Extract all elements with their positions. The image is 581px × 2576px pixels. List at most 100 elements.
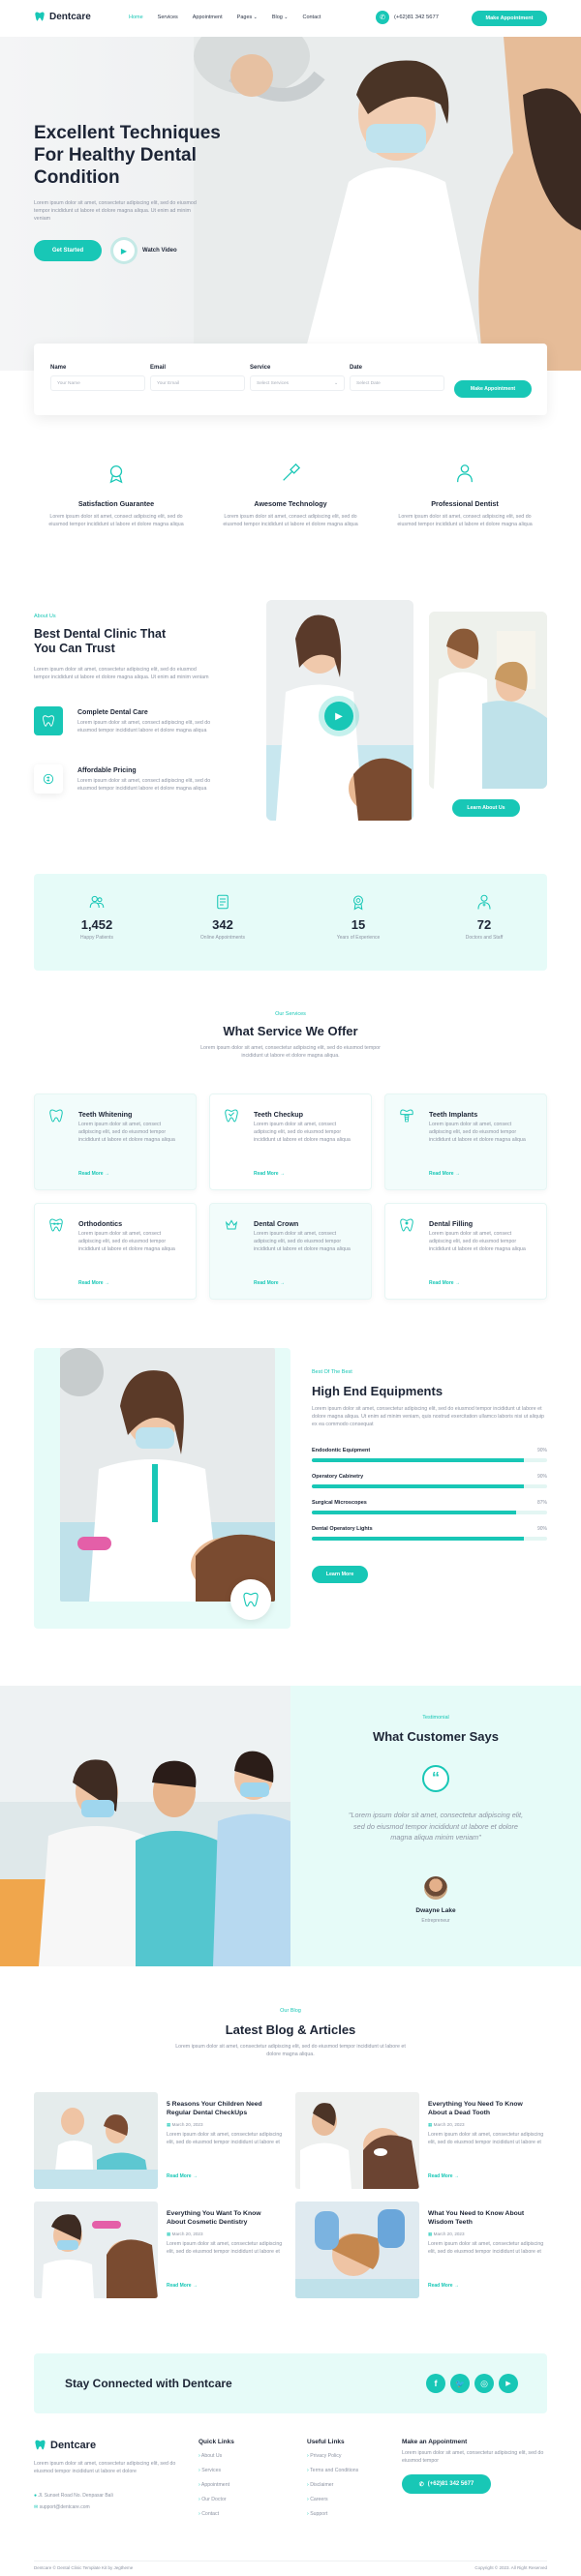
footer-logo[interactable]: Dentcare [34,2439,96,2451]
footer-link[interactable]: › Appointment [199,2478,234,2493]
stat-value: 1,452 [80,917,113,932]
footer-phone-number: (+62)81 342 5677 [427,2481,474,2487]
facebook-icon[interactable]: f [426,2374,445,2393]
footer-link[interactable]: › Contact [199,2507,234,2522]
stat-value: 342 [212,917,233,932]
tooth-checkup-icon [225,1109,238,1123]
blog-read-more[interactable]: Read More → [167,2173,198,2179]
youtube-icon[interactable]: ▶ [499,2374,518,2393]
logo[interactable]: Dentcare [34,11,91,22]
blog-header: Our Blog Latest Blog & Articles Lorem ip… [0,2008,581,2058]
blog-date-text: March 20, 2023 [171,2122,203,2127]
dental-crown-icon [225,1219,238,1230]
newsletter-title: Stay Connected with Dentcare [65,2377,232,2390]
feature-title: Awesome Technology [254,499,327,508]
learn-about-us-button[interactable]: Learn About Us [452,799,520,817]
hero-title-line-1: Excellent Techniques [34,123,221,143]
blog-date: ▦ March 20, 2023 [428,2122,465,2128]
blog-read-more[interactable]: Read More → [167,2283,198,2289]
services-label: Our Services [275,1011,306,1017]
blog-title-line-2: About a Dead Tooth [428,2110,491,2116]
footer-link[interactable]: › About Us [199,2449,234,2464]
quote-icon: “ [422,1765,449,1792]
progress-item: Surgical Microscopes 87% [312,1500,547,1526]
blog-date: ▦ March 20, 2023 [167,2232,203,2237]
service-card[interactable]: Dental Crown Lorem ipsum dolor sit amet,… [209,1203,372,1300]
read-more-label: Read More [428,2283,453,2289]
footer-call-button[interactable]: ✆ (+62)81 342 5677 [402,2474,491,2494]
brand-name: Dentcare [49,11,91,22]
blog-post[interactable]: What You Need to Know About Wisdom Teeth… [295,2202,547,2298]
braces-icon [49,1218,63,1232]
service-read-more[interactable]: Read More → [78,1280,109,1286]
about-title: Best Dental Clinic That You Can Trust [34,627,166,656]
footer-email[interactable]: ✉ support@dentcare.com [34,2504,90,2510]
learn-more-button[interactable]: Learn More [312,1566,368,1583]
progress-label: Endodontic Equipment [312,1448,371,1453]
nav-services[interactable]: Services [158,15,178,20]
service-read-more[interactable]: Read More → [254,1280,285,1286]
service-read-more[interactable]: Read More → [78,1171,109,1177]
progress-value: 90% [536,1474,547,1480]
blog-title: Latest Blog & Articles [225,2022,356,2037]
blog-post[interactable]: 5 Reasons Your Children Need Regular Den… [34,2092,286,2189]
service-read-more[interactable]: Read More → [429,1280,460,1286]
watch-video-button[interactable]: ▶ Watch Video [113,240,177,261]
play-video-button[interactable]: ▶ [324,702,353,731]
footer-link[interactable]: › Terms and Conditions [307,2464,358,2478]
testimonial-name: Dwayne Lake [415,1907,456,1914]
footer-link[interactable]: › Disclaimer [307,2478,358,2493]
name-input[interactable]: Your Name [50,375,145,391]
footer-link[interactable]: › Careers [307,2493,358,2507]
service-title: Orthodontics [78,1219,123,1228]
header-appointment-button[interactable]: Make Appointment [472,11,547,26]
service-card[interactable]: Orthodontics Lorem ipsum dolor sit amet,… [34,1203,197,1300]
service-select[interactable]: Select Services ⌄ [250,375,345,391]
date-input[interactable]: Select Date [350,375,444,391]
footer-link[interactable]: › Our Doctor [199,2493,234,2507]
site-header: Dentcare Home Services Appointment Pages… [0,0,581,37]
service-card[interactable]: Teeth Checkup Lorem ipsum dolor sit amet… [209,1093,372,1190]
footer-link[interactable]: › Services [199,2464,234,2478]
service-title: Teeth Checkup [254,1110,303,1119]
read-more-label: Read More [254,1280,279,1286]
chevron-down-icon: ⌄ [282,15,289,20]
nav-blog-label: Blog [271,15,283,20]
progress-item: Endodontic Equipment 90% [312,1448,547,1474]
header-phone-number: (+62)81 342 5677 [394,15,439,20]
feature-description: Lorem ipsum dolor sit amet, consect adip… [48,514,184,527]
nav-pages[interactable]: Pages ⌄ [237,15,258,20]
blog-date: ▦ March 20, 2023 [428,2232,465,2237]
nav-appointment[interactable]: Appointment [193,15,223,20]
email-input[interactable]: Your Email [150,375,245,391]
tooth-logo-icon [35,2440,46,2450]
progress-label: Operatory Cabinetry [312,1474,364,1480]
footer-column-title: Quick Links [199,2439,234,2445]
blog-title-line-2: Wisdom Teeth [428,2219,473,2226]
read-more-label: Read More [78,1171,104,1177]
nav-home[interactable]: Home [129,15,143,20]
location-icon: ● [34,2493,38,2499]
nav-contact[interactable]: Contact [302,15,321,20]
services-title: What Service We Offer [223,1024,358,1038]
service-read-more[interactable]: Read More → [254,1171,285,1177]
blog-read-more[interactable]: Read More → [428,2283,459,2289]
service-read-more[interactable]: Read More → [429,1171,460,1177]
blog-thumbnail [34,2092,158,2189]
service-description: Lorem ipsum dolor sit amet, consect adip… [254,1231,351,1252]
header-phone[interactable]: ✆ (+62)81 342 5677 [376,11,439,24]
footer-link-label: Our Doctor [201,2497,227,2502]
instagram-icon[interactable]: ◎ [474,2374,494,2393]
nav-blog[interactable]: Blog ⌄ [272,15,289,20]
service-card[interactable]: Dental Filling Lorem ipsum dolor sit ame… [384,1203,547,1300]
service-card[interactable]: Teeth Whitening Lorem ipsum dolor sit am… [34,1093,197,1190]
blog-post[interactable]: Everything You Want To Know About Cosmet… [34,2202,286,2298]
get-started-button[interactable]: Get Started [34,240,102,261]
blog-post[interactable]: Everything You Need To Know About a Dead… [295,2092,547,2189]
footer-link[interactable]: › Support [307,2507,358,2522]
service-card[interactable]: Teeth Implants Lorem ipsum dolor sit ame… [384,1093,547,1190]
footer-link[interactable]: › Privacy Policy [307,2449,358,2464]
form-submit-button[interactable]: Make Appointment [454,380,532,398]
twitter-icon[interactable]: 🐦 [450,2374,470,2393]
blog-read-more[interactable]: Read More → [428,2173,459,2179]
